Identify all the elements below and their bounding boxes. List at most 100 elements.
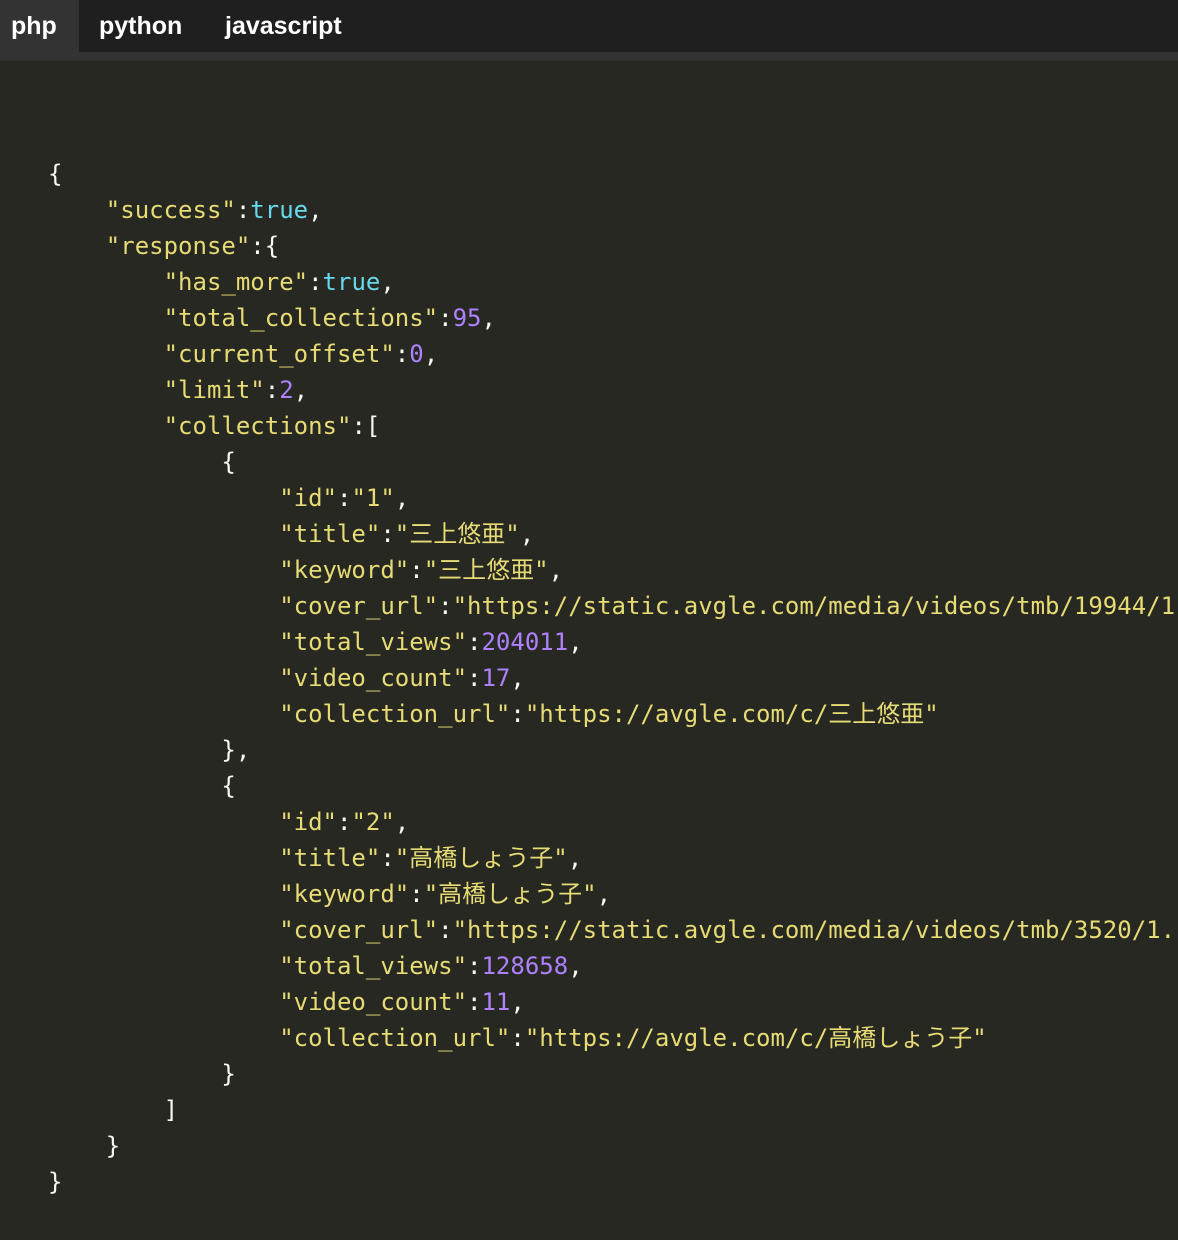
string-token: "https://avgle.com/c/三上悠亜" — [524, 700, 939, 728]
number-token: 11 — [481, 988, 511, 1016]
string-token: "video_count" — [279, 988, 468, 1016]
code-line: "collection_url":"https://avgle.com/c/高橋… — [48, 1020, 1178, 1056]
string-token: "三上悠亜" — [394, 520, 520, 548]
code-line: "keyword":"高橋しょう子", — [48, 876, 1178, 912]
tab-php[interactable]: php — [0, 0, 79, 52]
code-line: "has_more":true, — [48, 264, 1178, 300]
punctuation-token — [48, 592, 279, 620]
code-line: }, — [48, 732, 1178, 768]
punctuation-token — [48, 520, 279, 548]
punctuation-token: :{ — [250, 232, 280, 260]
punctuation-token: : — [394, 340, 410, 368]
string-token: "1" — [351, 484, 395, 512]
punctuation-token: : — [235, 196, 251, 224]
punctuation-token — [48, 628, 279, 656]
punctuation-token — [48, 196, 106, 224]
string-token: "video_count" — [279, 664, 468, 692]
punctuation-token — [48, 340, 164, 368]
punctuation-token — [48, 268, 164, 296]
punctuation-token: , — [394, 808, 410, 836]
punctuation-token: { — [48, 448, 236, 476]
code-line: "video_count":11, — [48, 984, 1178, 1020]
punctuation-token: : — [308, 268, 323, 296]
string-token: "cover_url" — [279, 916, 439, 944]
string-token: "response" — [105, 232, 251, 260]
punctuation-token: : — [438, 916, 453, 944]
punctuation-token: : — [264, 376, 280, 404]
code-line: "total_collections":95, — [48, 300, 1178, 336]
string-token: "has_more" — [163, 268, 309, 296]
string-token: "collections" — [163, 412, 352, 440]
code-line: } — [48, 1128, 1178, 1164]
code-line: "keyword":"三上悠亜", — [48, 552, 1178, 588]
code-line: "current_offset":0, — [48, 336, 1178, 372]
punctuation-token: , — [308, 196, 323, 224]
number-token: 128658 — [481, 952, 569, 980]
punctuation-token: , — [568, 952, 583, 980]
number-token: 204011 — [481, 628, 569, 656]
number-token: 95 — [452, 304, 482, 332]
string-token: "id" — [279, 808, 337, 836]
punctuation-token: } — [48, 1168, 63, 1196]
code-line: "limit":2, — [48, 372, 1178, 408]
string-token: "keyword" — [279, 556, 410, 584]
code-line: "title":"三上悠亜", — [48, 516, 1178, 552]
code-line: { — [48, 444, 1178, 480]
punctuation-token: : — [510, 700, 525, 728]
punctuation-token: ] — [48, 1096, 179, 1124]
punctuation-token — [48, 916, 279, 944]
code-line: "response":{ — [48, 228, 1178, 264]
punctuation-token: , — [510, 988, 525, 1016]
punctuation-token: { — [48, 772, 236, 800]
code-line: } — [48, 1164, 1178, 1200]
string-token: "limit" — [163, 376, 265, 404]
code-line: "total_views":128658, — [48, 948, 1178, 984]
code-line: "title":"高橋しょう子", — [48, 840, 1178, 876]
punctuation-token: : — [467, 664, 482, 692]
punctuation-token: : — [438, 304, 453, 332]
punctuation-token: , — [481, 304, 496, 332]
punctuation-token: } — [48, 1132, 121, 1160]
punctuation-token: , — [510, 664, 525, 692]
punctuation-token: , — [380, 268, 395, 296]
punctuation-token: : — [467, 988, 482, 1016]
string-token: "title" — [279, 520, 381, 548]
code-line: { — [48, 768, 1178, 804]
punctuation-token: , — [394, 484, 410, 512]
number-token: 0 — [409, 340, 424, 368]
number-token: 2 — [279, 376, 294, 404]
punctuation-token: : — [380, 844, 395, 872]
punctuation-token — [48, 700, 279, 728]
punctuation-token: }, — [48, 736, 251, 764]
punctuation-token — [48, 1024, 279, 1052]
punctuation-token: : — [380, 520, 395, 548]
string-token: "https://static.avgle.com/media/videos/t… — [452, 916, 1176, 944]
string-token: "https://static.avgle.com/media/videos/t… — [452, 592, 1176, 620]
string-token: "current_offset" — [163, 340, 395, 368]
punctuation-token: : — [467, 628, 482, 656]
punctuation-token — [48, 844, 279, 872]
code-line: "cover_url":"https://static.avgle.com/me… — [48, 912, 1178, 948]
punctuation-token — [48, 412, 164, 440]
code-line: "total_views":204011, — [48, 624, 1178, 660]
code-line: "collection_url":"https://avgle.com/c/三上… — [48, 696, 1178, 732]
string-token: "collection_url" — [279, 1024, 511, 1052]
punctuation-token — [48, 376, 164, 404]
tab-python[interactable]: python — [79, 0, 222, 52]
punctuation-token: , — [519, 520, 535, 548]
string-token: "title" — [279, 844, 381, 872]
boolean-token: true — [250, 196, 309, 224]
punctuation-token: : — [467, 952, 482, 980]
punctuation-token — [48, 664, 279, 692]
punctuation-token — [48, 304, 164, 332]
string-token: "total_collections" — [163, 304, 439, 332]
punctuation-token — [48, 988, 279, 1016]
punctuation-token — [48, 952, 279, 980]
punctuation-token: , — [293, 376, 309, 404]
punctuation-token: , — [567, 844, 583, 872]
punctuation-token: , — [596, 880, 612, 908]
code-line: "video_count":17, — [48, 660, 1178, 696]
tab-javascript[interactable]: javascript — [222, 0, 342, 52]
string-token: "cover_url" — [279, 592, 439, 620]
code-line: "cover_url":"https://static.avgle.com/me… — [48, 588, 1178, 624]
